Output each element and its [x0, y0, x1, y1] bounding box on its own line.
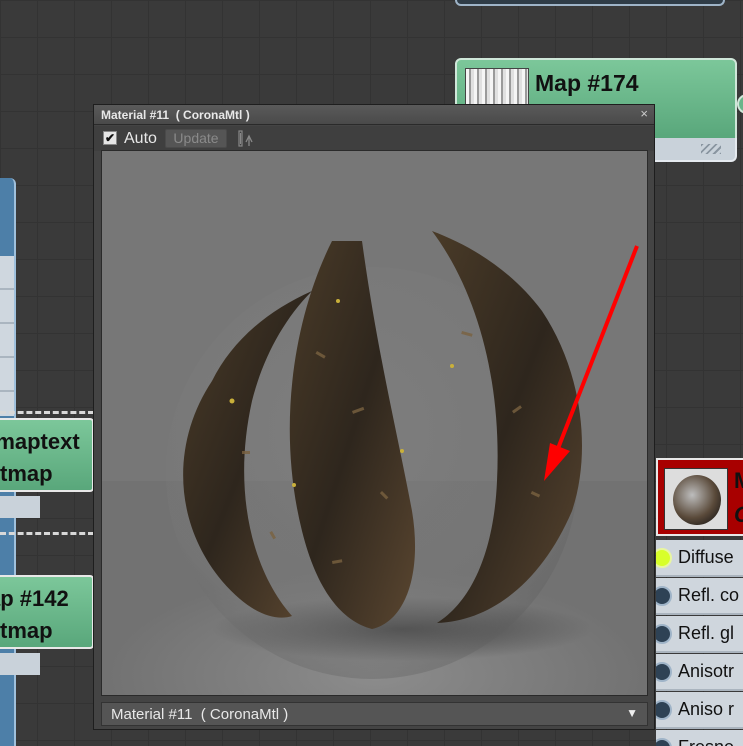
auto-label[interactable]: Auto: [124, 130, 157, 148]
node-title: tmaptext: [0, 429, 80, 454]
slot-port-icon[interactable]: [656, 624, 672, 644]
left-node-footer: [0, 653, 40, 675]
slot-anisotropy[interactable]: Anisotr: [656, 654, 743, 691]
node-subtitle: tmap: [0, 461, 53, 486]
node-subtitle: tmap: [0, 618, 53, 643]
material-node-corona[interactable]: M C Diffuse Refl. co Refl. gl Anisotr An…: [656, 458, 743, 746]
material-ball-icon: [673, 475, 721, 525]
output-port[interactable]: [737, 94, 743, 114]
window-title: Material #11 ( CoronaMtl ): [101, 108, 250, 122]
slot-port-icon[interactable]: [656, 738, 672, 746]
left-node-footer: [0, 496, 40, 518]
resize-grip-icon[interactable]: [701, 144, 721, 154]
slot-label: Anisotr: [678, 661, 735, 681]
window-titlebar[interactable]: Material #11 ( CoronaMtl ) ×: [94, 105, 654, 125]
render-sphere-image: [102, 151, 647, 695]
slot-label: Fresne: [678, 737, 734, 746]
material-node-header[interactable]: M C: [656, 458, 743, 536]
material-preview-window[interactable]: Material #11 ( CoronaMtl ) × ✔ Auto Upda…: [93, 104, 655, 730]
material-thumbnail: [664, 468, 728, 530]
slot-label: Diffuse: [678, 547, 734, 567]
slot-port-icon[interactable]: [656, 548, 672, 568]
slot-label: Refl. gl: [678, 623, 735, 643]
slot-port-icon[interactable]: [656, 586, 672, 606]
material-node-title: M: [734, 468, 743, 494]
slot-refl-color[interactable]: Refl. co: [656, 578, 743, 615]
update-button[interactable]: Update: [165, 129, 227, 148]
slot-port-icon[interactable]: [656, 662, 672, 682]
auto-checkbox[interactable]: ✔: [103, 131, 117, 145]
slot-fresnel[interactable]: Fresne: [656, 730, 743, 746]
slot-label: Refl. co: [678, 585, 740, 605]
sort-icon[interactable]: [237, 130, 255, 147]
graph-node-top-edge[interactable]: [455, 0, 725, 6]
node-title: ap #142: [0, 586, 69, 611]
connection-dashed-line: [0, 411, 94, 414]
map-node-title: Map #174: [535, 70, 639, 96]
material-preview-render: [101, 150, 648, 696]
slot-port-icon[interactable]: [656, 700, 672, 720]
preview-toolbar: ✔ Auto Update: [94, 126, 654, 151]
left-node-slot-rows: [0, 256, 14, 416]
material-node-type: C: [734, 502, 743, 528]
slot-label: Aniso r: [678, 699, 735, 719]
slot-diffuse[interactable]: Diffuse: [656, 540, 743, 577]
material-selector-dropdown[interactable]: Material #11 ( CoronaMtl ) ▼: [101, 702, 648, 726]
checkmark-icon: ✔: [104, 131, 116, 145]
material-selector-value: Material #11 ( CoronaMtl ): [111, 706, 289, 723]
left-map-node-bitmaptexture[interactable]: tmaptext tmap: [0, 418, 94, 492]
left-map-node-142[interactable]: ap #142 tmap: [0, 575, 94, 649]
slot-aniso-rotation[interactable]: Aniso r: [656, 692, 743, 729]
chevron-down-icon[interactable]: ▼: [626, 706, 638, 720]
slot-refl-glossiness[interactable]: Refl. gl: [656, 616, 743, 653]
close-icon[interactable]: ×: [640, 106, 648, 121]
connection-dashed-line: [0, 532, 94, 535]
